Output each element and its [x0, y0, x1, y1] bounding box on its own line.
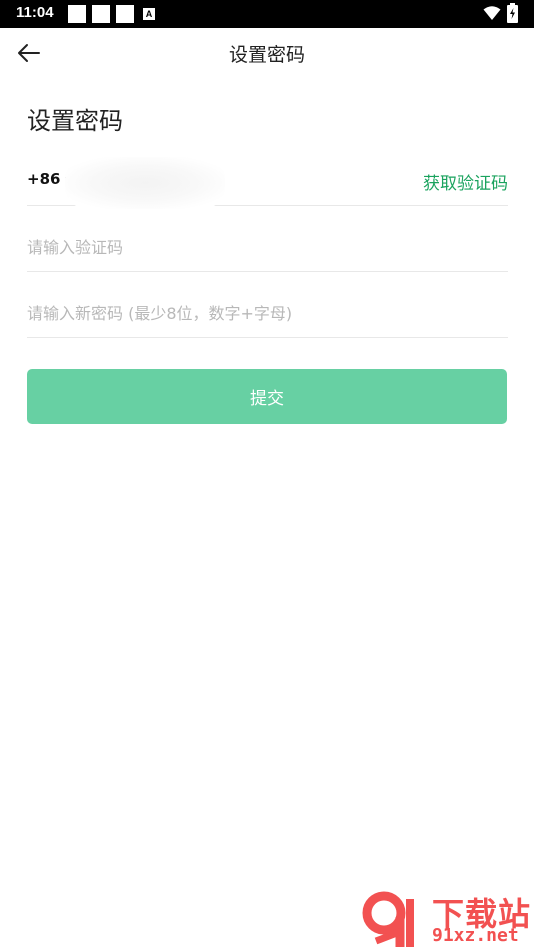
get-code-button[interactable]: 获取验证码	[423, 169, 508, 194]
battery-charging-icon	[507, 3, 518, 27]
status-bar: 11:04 A	[0, 0, 534, 28]
phone-number-redacted	[65, 157, 225, 209]
status-time: 11:04	[16, 4, 54, 21]
notification-badge-icon: A	[143, 8, 155, 20]
code-input[interactable]	[27, 234, 508, 260]
watermark-url: 91xz.net	[432, 925, 519, 946]
country-code-label: +86	[27, 170, 61, 188]
header-title: 设置密码	[228, 44, 305, 66]
wifi-icon	[483, 5, 501, 25]
phone-field: +86 获取验证码	[27, 155, 508, 209]
watermark: 下载站 91xz.net	[362, 887, 534, 950]
submit-button[interactable]: 提交	[27, 369, 507, 424]
notification-icon	[68, 5, 86, 23]
site-logo-icon	[362, 891, 414, 947]
notification-icon	[116, 5, 134, 23]
code-field	[27, 222, 508, 272]
password-input[interactable]	[27, 300, 508, 326]
notification-icon	[92, 5, 110, 23]
page-heading: 设置密码	[27, 107, 123, 135]
password-field	[27, 288, 508, 338]
